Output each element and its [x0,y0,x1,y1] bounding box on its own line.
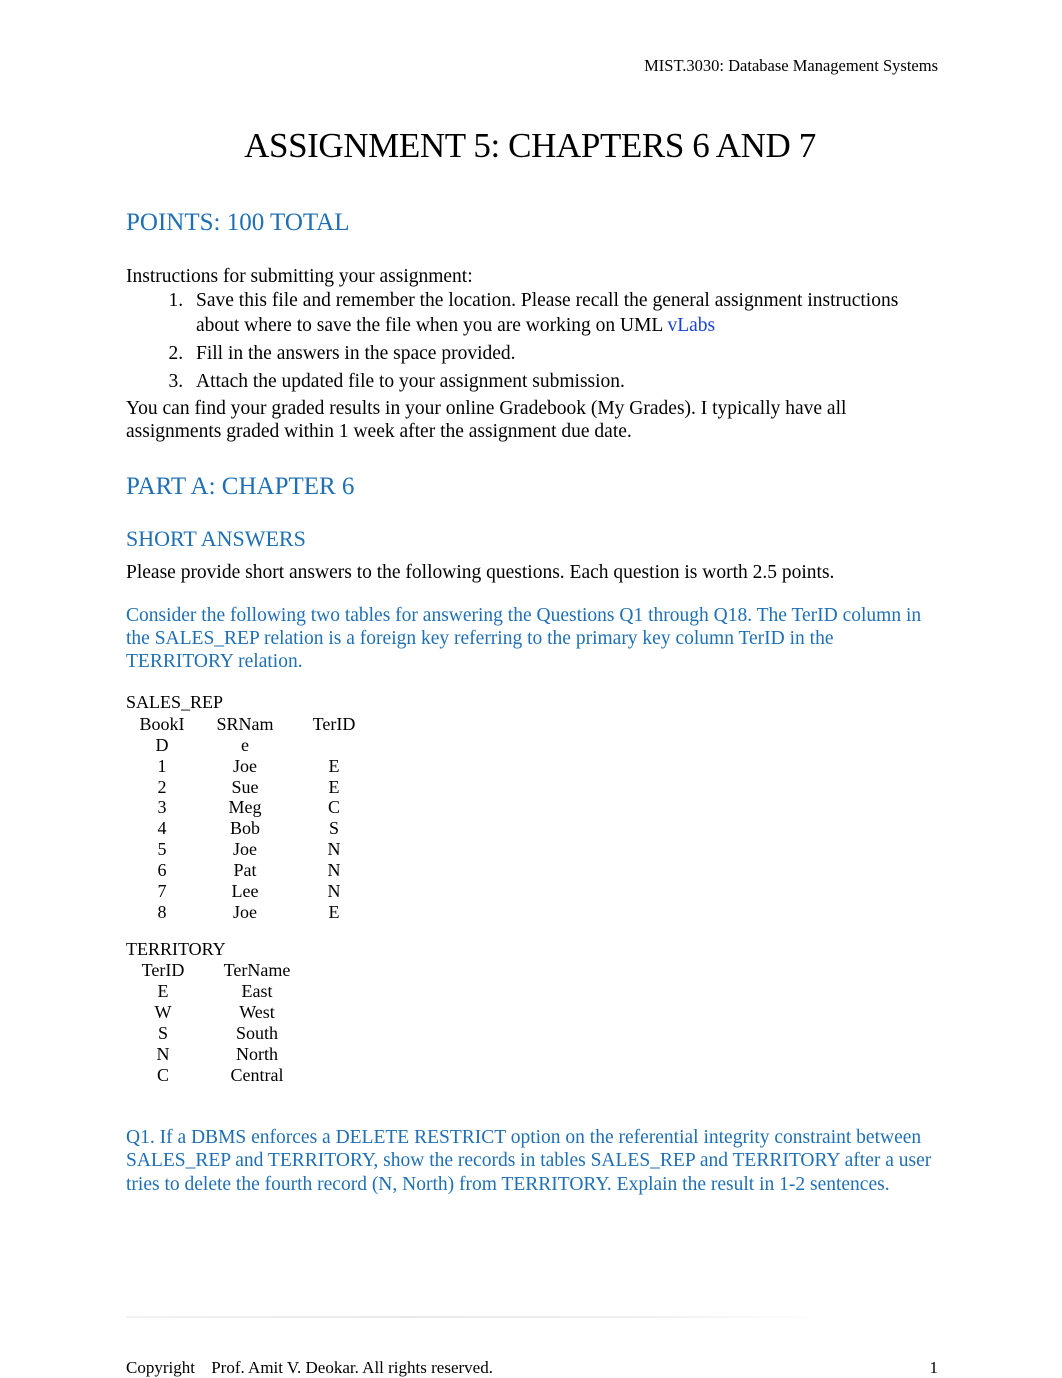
cell-srname: Lee [231,880,259,901]
column-header-tername: TerName [223,960,291,981]
question-q1: Q1. If a DBMS enforces a DELETE RESTRICT… [126,1126,932,1196]
short-answers-heading: SHORT ANSWERS [126,525,306,551]
cell-terid: N [327,860,341,881]
sales-rep-table-name: SALES_REP [126,692,224,713]
cell-bookid: 1 [157,755,167,776]
document-page: MIST.3030: Database Management Systems A… [0,0,1062,1377]
vlabs-link[interactable]: vLabs [667,315,715,336]
cell-tername: East [241,981,273,1002]
document-body: ASSIGNMENT 5: CHAPTERS 6 AND 7 POINTS: 1… [126,124,934,1216]
table-row: 8 Joe E [126,902,376,923]
territory-table-block: TERRITORY TerID TerName E East W West S … [126,939,934,1086]
column-header-srname-line2: e [241,734,249,755]
cell-terid: E [328,901,340,922]
table-row: S South [126,1023,314,1044]
table-header-row: TerID TerName [126,960,314,981]
cell-tername: North [236,1043,278,1064]
cell-bookid: 6 [157,860,167,881]
cell-srname: Meg [228,797,262,818]
short-answers-note: Consider the following two tables for an… [126,604,922,672]
points-label: POINTS: 100 [126,209,265,236]
cell-srname: Joe [233,901,257,922]
table-row: 7 Lee N [126,881,376,902]
list-item: Save this file and remember the location… [188,288,934,340]
sales-rep-table-block: SALES_REP BookI D SRNam e TerID 1 Joe E … [126,692,934,922]
page-footer: Copyright Prof. Amit V. Deokar. All righ… [126,1358,938,1378]
sales-rep-table-body: 1 Joe E 2 Sue E 3 Meg C 4 Bob S 5 Joe N … [126,756,376,923]
cell-tername: West [239,1002,275,1023]
column-header-bookid-line2: D [155,734,169,755]
cell-bookid: 7 [157,880,167,901]
column-header-bookid-line1: BookI [139,713,185,734]
cell-terid: N [327,880,341,901]
footer-copyright-rest: Prof. Amit V. Deokar. All rights reserve… [206,1358,493,1377]
instructions-lead: Instructions for submitting your assignm… [126,265,473,287]
table-row: 4 Bob S [126,818,376,839]
cell-terid: N [156,1043,170,1064]
table-header-row: BookI D SRNam e TerID [126,714,376,756]
footer-copyright: Copyright Prof. Amit V. Deokar. All righ… [126,1358,493,1378]
footer-copyright-label: Copyright [126,1358,195,1377]
column-header-srname-line1: SRNam [216,713,274,734]
column-header-terid-line1: TerID [312,713,356,734]
cell-tername: Central [230,1064,284,1085]
cell-bookid: 8 [157,901,167,922]
table-row: N North [126,1044,314,1065]
table-row: E East [126,981,314,1002]
cell-terid: E [328,776,340,797]
cell-terid: C [156,1064,169,1085]
cell-bookid: 2 [157,776,167,797]
table-row: 1 Joe E [126,756,376,777]
cell-terid: S [157,1023,168,1044]
cell-terid: C [327,797,340,818]
cell-srname: Sue [231,776,259,797]
list-item: Fill in the answers in the space provide… [188,341,934,367]
table-row: 3 Meg C [126,797,376,818]
cell-srname: Pat [233,860,257,881]
cell-bookid: 4 [157,818,167,839]
cell-srname: Bob [229,818,260,839]
cell-bookid: 5 [157,839,167,860]
instructions-list: Save this file and remember the location… [126,288,934,396]
gradebook-paragraph: You can find your graded results in your… [126,398,847,443]
territory-table-body: E East W West S South N North C Central [126,981,314,1085]
table-row: 5 Joe N [126,839,376,860]
part-a-heading: PART A: CHAPTER 6 [126,473,934,501]
cell-srname: Joe [233,755,257,776]
footer-separator [126,1316,826,1318]
table-row: 2 Sue E [126,777,376,798]
territory-table-name: TERRITORY [126,938,226,959]
instruction-text-2: Fill in the answers in the space provide… [196,343,516,365]
page-number: 1 [929,1358,939,1377]
territory-table: TerID TerName E East W West S South N No… [126,960,314,1085]
page-title: ASSIGNMENT 5: CHAPTERS 6 AND 7 [244,126,816,165]
instruction-text-1: Save this file and remember the location… [196,289,899,337]
sales-rep-table: BookI D SRNam e TerID 1 Joe E 2 Sue E 3 … [126,714,376,923]
instruction-text-3: Attach the updated file to your assignme… [196,371,625,393]
part-a-prefix: PART A: [126,473,222,501]
column-header-terid: TerID [141,960,185,981]
cell-terid: S [328,818,339,839]
cell-srname: Joe [233,839,257,860]
cell-terid: W [154,1002,172,1023]
points-suffix: TOTAL [264,209,350,236]
short-answers-intro: Please provide short answers to the foll… [126,561,835,583]
cell-terid: N [327,839,341,860]
table-row: 6 Pat N [126,860,376,881]
column-header-terid: TerID [292,714,376,756]
points-line: POINTS: 100 TOTAL [126,209,934,237]
cell-terid: E [157,981,169,1002]
cell-bookid: 3 [157,797,167,818]
part-a-chapter: CHAPTER 6 [221,473,355,501]
list-item: Attach the updated file to your assignme… [188,369,934,395]
cell-terid: E [328,755,340,776]
page-header: MIST.3030: Database Management Systems [126,56,938,77]
course-title: MIST.3030: Database Management Systems [644,56,938,75]
table-row: W West [126,1002,314,1023]
column-header-srname: SRNam e [198,714,292,756]
table-row: C Central [126,1065,314,1086]
cell-tername: South [235,1023,278,1044]
column-header-bookid: BookI D [126,714,198,756]
